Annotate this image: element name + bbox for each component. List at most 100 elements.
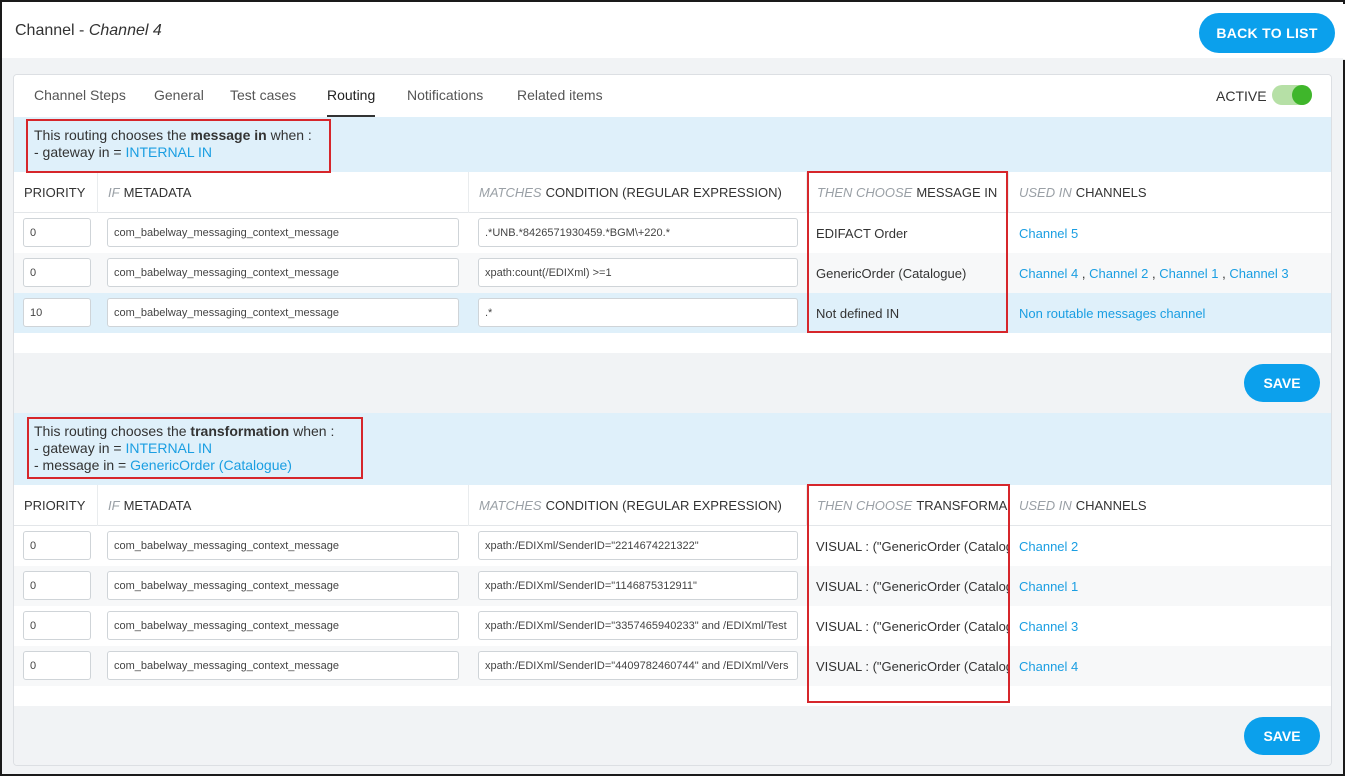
section-footer: SAVE <box>14 706 1331 765</box>
table-row: 0 com_babelway_messaging_context_message… <box>14 213 1331 253</box>
info-bold: message in <box>190 127 267 143</box>
gateway-in-link[interactable]: INTERNAL IN <box>125 440 212 456</box>
tab-bar: Channel Steps General Test cases Routing… <box>14 75 1331 117</box>
page-title: Channel - Channel 4 <box>15 22 162 40</box>
table-row: 0 com_babelway_messaging_context_message… <box>14 253 1331 293</box>
col-condition: MATCHES CONDITION (REGULAR EXPRESSION) <box>469 172 807 213</box>
cond-label: - gateway in = <box>34 144 126 160</box>
priority-input[interactable]: 0 <box>23 611 91 640</box>
tab-notifications[interactable]: Notifications <box>407 87 483 117</box>
gateway-in-link[interactable]: INTERNAL IN <box>125 144 212 160</box>
table-spacer <box>14 686 1331 706</box>
toggle-knob <box>1292 85 1312 105</box>
condition-input[interactable]: xpath:/EDIXml/SenderID="2214674221322" <box>478 531 798 560</box>
channel-link[interactable]: Channel 1 <box>1019 579 1078 594</box>
save-button[interactable]: SAVE <box>1244 717 1320 755</box>
col-used-in: USED IN CHANNELS <box>1019 185 1147 200</box>
col-metadata: IF METADATA <box>98 172 469 213</box>
info-post: when : <box>289 423 335 439</box>
info-pre: This routing chooses the <box>34 423 191 439</box>
metadata-input[interactable]: com_babelway_messaging_context_message <box>107 651 459 680</box>
table-row: 0 com_babelway_messaging_context_message… <box>14 566 1331 606</box>
col-choose: THEN CHOOSE TRANSFORMA <box>807 485 1009 526</box>
metadata-input[interactable]: com_babelway_messaging_context_message <box>107 298 459 327</box>
info-pre: This routing chooses the <box>34 127 191 143</box>
table-row: 0 com_babelway_messaging_context_message… <box>14 526 1331 566</box>
priority-input[interactable]: 0 <box>23 258 91 287</box>
active-toggle[interactable] <box>1272 85 1312 105</box>
message-in-link[interactable]: GenericOrder (Catalogue) <box>130 457 292 473</box>
priority-input[interactable]: 0 <box>23 218 91 247</box>
channels-cell: Non routable messages channel <box>1019 293 1205 333</box>
channels-cell: Channel 3 <box>1019 606 1078 646</box>
transformation-routing-info: This routing chooses the transformation … <box>14 413 1331 485</box>
channel-link[interactable]: Channel 4 <box>1019 659 1078 674</box>
info-text: This routing chooses the message in when… <box>34 127 312 161</box>
table-header: PRIORITY IF METADATA MATCHES CONDITION (RE… <box>14 485 1331 526</box>
channel-link[interactable]: Channel 5 <box>1019 226 1078 241</box>
metadata-input[interactable]: com_babelway_messaging_context_message <box>107 531 459 560</box>
table-row: 10 com_babelway_messaging_context_messag… <box>14 293 1331 333</box>
condition-input[interactable]: xpath:count(/EDIXml) >=1 <box>478 258 798 287</box>
message-in-value: Not defined IN <box>816 305 900 321</box>
metadata-input[interactable]: com_babelway_messaging_context_message <box>107 611 459 640</box>
channels-cell: Channel 4 <box>1019 646 1078 686</box>
table-row: 0 com_babelway_messaging_context_message… <box>14 606 1331 646</box>
priority-input[interactable]: 0 <box>23 531 91 560</box>
cond-label: - gateway in = <box>34 440 126 456</box>
metadata-input[interactable]: com_babelway_messaging_context_message <box>107 258 459 287</box>
condition-input[interactable]: xpath:/EDIXml/SenderID="1146875312911" <box>478 571 798 600</box>
channel-link[interactable]: Channel 2 <box>1089 266 1148 281</box>
active-status-label: ACTIVE <box>1216 88 1267 104</box>
channel-link[interactable]: Channel 2 <box>1019 539 1078 554</box>
channel-link[interactable]: Channel 4 <box>1019 266 1078 281</box>
channel-link[interactable]: Non routable messages channel <box>1019 306 1205 321</box>
channels-cell: Channel 2 <box>1019 526 1078 566</box>
col-priority: PRIORITY <box>14 172 98 213</box>
channel-name: Channel 4 <box>88 22 162 39</box>
tab-channel-steps[interactable]: Channel Steps <box>34 87 126 117</box>
channel-link[interactable]: Channel 1 <box>1159 266 1218 281</box>
transformation-value: VISUAL : ("GenericOrder (Catalog <box>816 618 1010 634</box>
routing-panel: Channel Steps General Test cases Routing… <box>13 74 1332 766</box>
message-in-routing-info: This routing chooses the message in when… <box>14 117 1331 172</box>
condition-input[interactable]: .* <box>478 298 798 327</box>
info-post: when : <box>266 127 312 143</box>
col-choose: THEN CHOOSE MESSAGE IN <box>807 172 1009 213</box>
channel-link[interactable]: Channel 3 <box>1229 266 1288 281</box>
transformation-value: VISUAL : ("GenericOrder (Catalog <box>816 578 1010 594</box>
col-condition: MATCHES CONDITION (REGULAR EXPRESSION) <box>469 485 807 526</box>
channels-cell: Channel 5 <box>1019 213 1078 253</box>
tab-test-cases[interactable]: Test cases <box>230 87 296 117</box>
condition-input[interactable]: xpath:/EDIXml/SenderID="4409782460744" a… <box>478 651 798 680</box>
channel-link[interactable]: Channel 3 <box>1019 619 1078 634</box>
cond-label: - message in = <box>34 457 131 473</box>
metadata-input[interactable]: com_babelway_messaging_context_message <box>107 571 459 600</box>
condition-input[interactable]: xpath:/EDIXml/SenderID="3357465940233" a… <box>478 611 798 640</box>
transformation-value: VISUAL : ("GenericOrder (Catalog <box>816 658 1010 674</box>
tab-related-items[interactable]: Related items <box>517 87 603 117</box>
channels-cell: Channel 1 <box>1019 566 1078 606</box>
transformation-value: VISUAL : ("GenericOrder (Catalog <box>816 538 1010 554</box>
tab-routing[interactable]: Routing <box>327 87 376 117</box>
back-to-list-button[interactable]: BACK TO LIST <box>1199 13 1335 53</box>
title-prefix: Channel - <box>15 22 89 39</box>
metadata-input[interactable]: com_babelway_messaging_context_message <box>107 218 459 247</box>
section-footer: SAVE <box>14 353 1331 413</box>
channels-cell: Channel 4 , Channel 2 , Channel 1 , Chan… <box>1019 265 1289 281</box>
priority-input[interactable]: 10 <box>23 298 91 327</box>
info-bold: transformation <box>190 423 290 439</box>
tab-general[interactable]: General <box>154 87 204 117</box>
col-metadata: IF METADATA <box>98 485 469 526</box>
message-in-value: EDIFACT Order <box>816 225 908 241</box>
message-in-value: GenericOrder (Catalogue) <box>816 265 967 281</box>
save-button[interactable]: SAVE <box>1244 364 1320 402</box>
condition-input[interactable]: .*UNB.*8426571930459.*BGM\+220.* <box>478 218 798 247</box>
page-header: Channel - Channel 4 BACK TO LIST <box>4 4 1345 60</box>
priority-input[interactable]: 0 <box>23 651 91 680</box>
table-header: PRIORITY IF METADATA MATCHES CONDITION (RE… <box>14 172 1331 213</box>
priority-input[interactable]: 0 <box>23 571 91 600</box>
col-used-in: USED IN CHANNELS <box>1019 498 1147 513</box>
col-priority: PRIORITY <box>14 485 98 526</box>
info-text: This routing chooses the transformation … <box>34 423 334 474</box>
